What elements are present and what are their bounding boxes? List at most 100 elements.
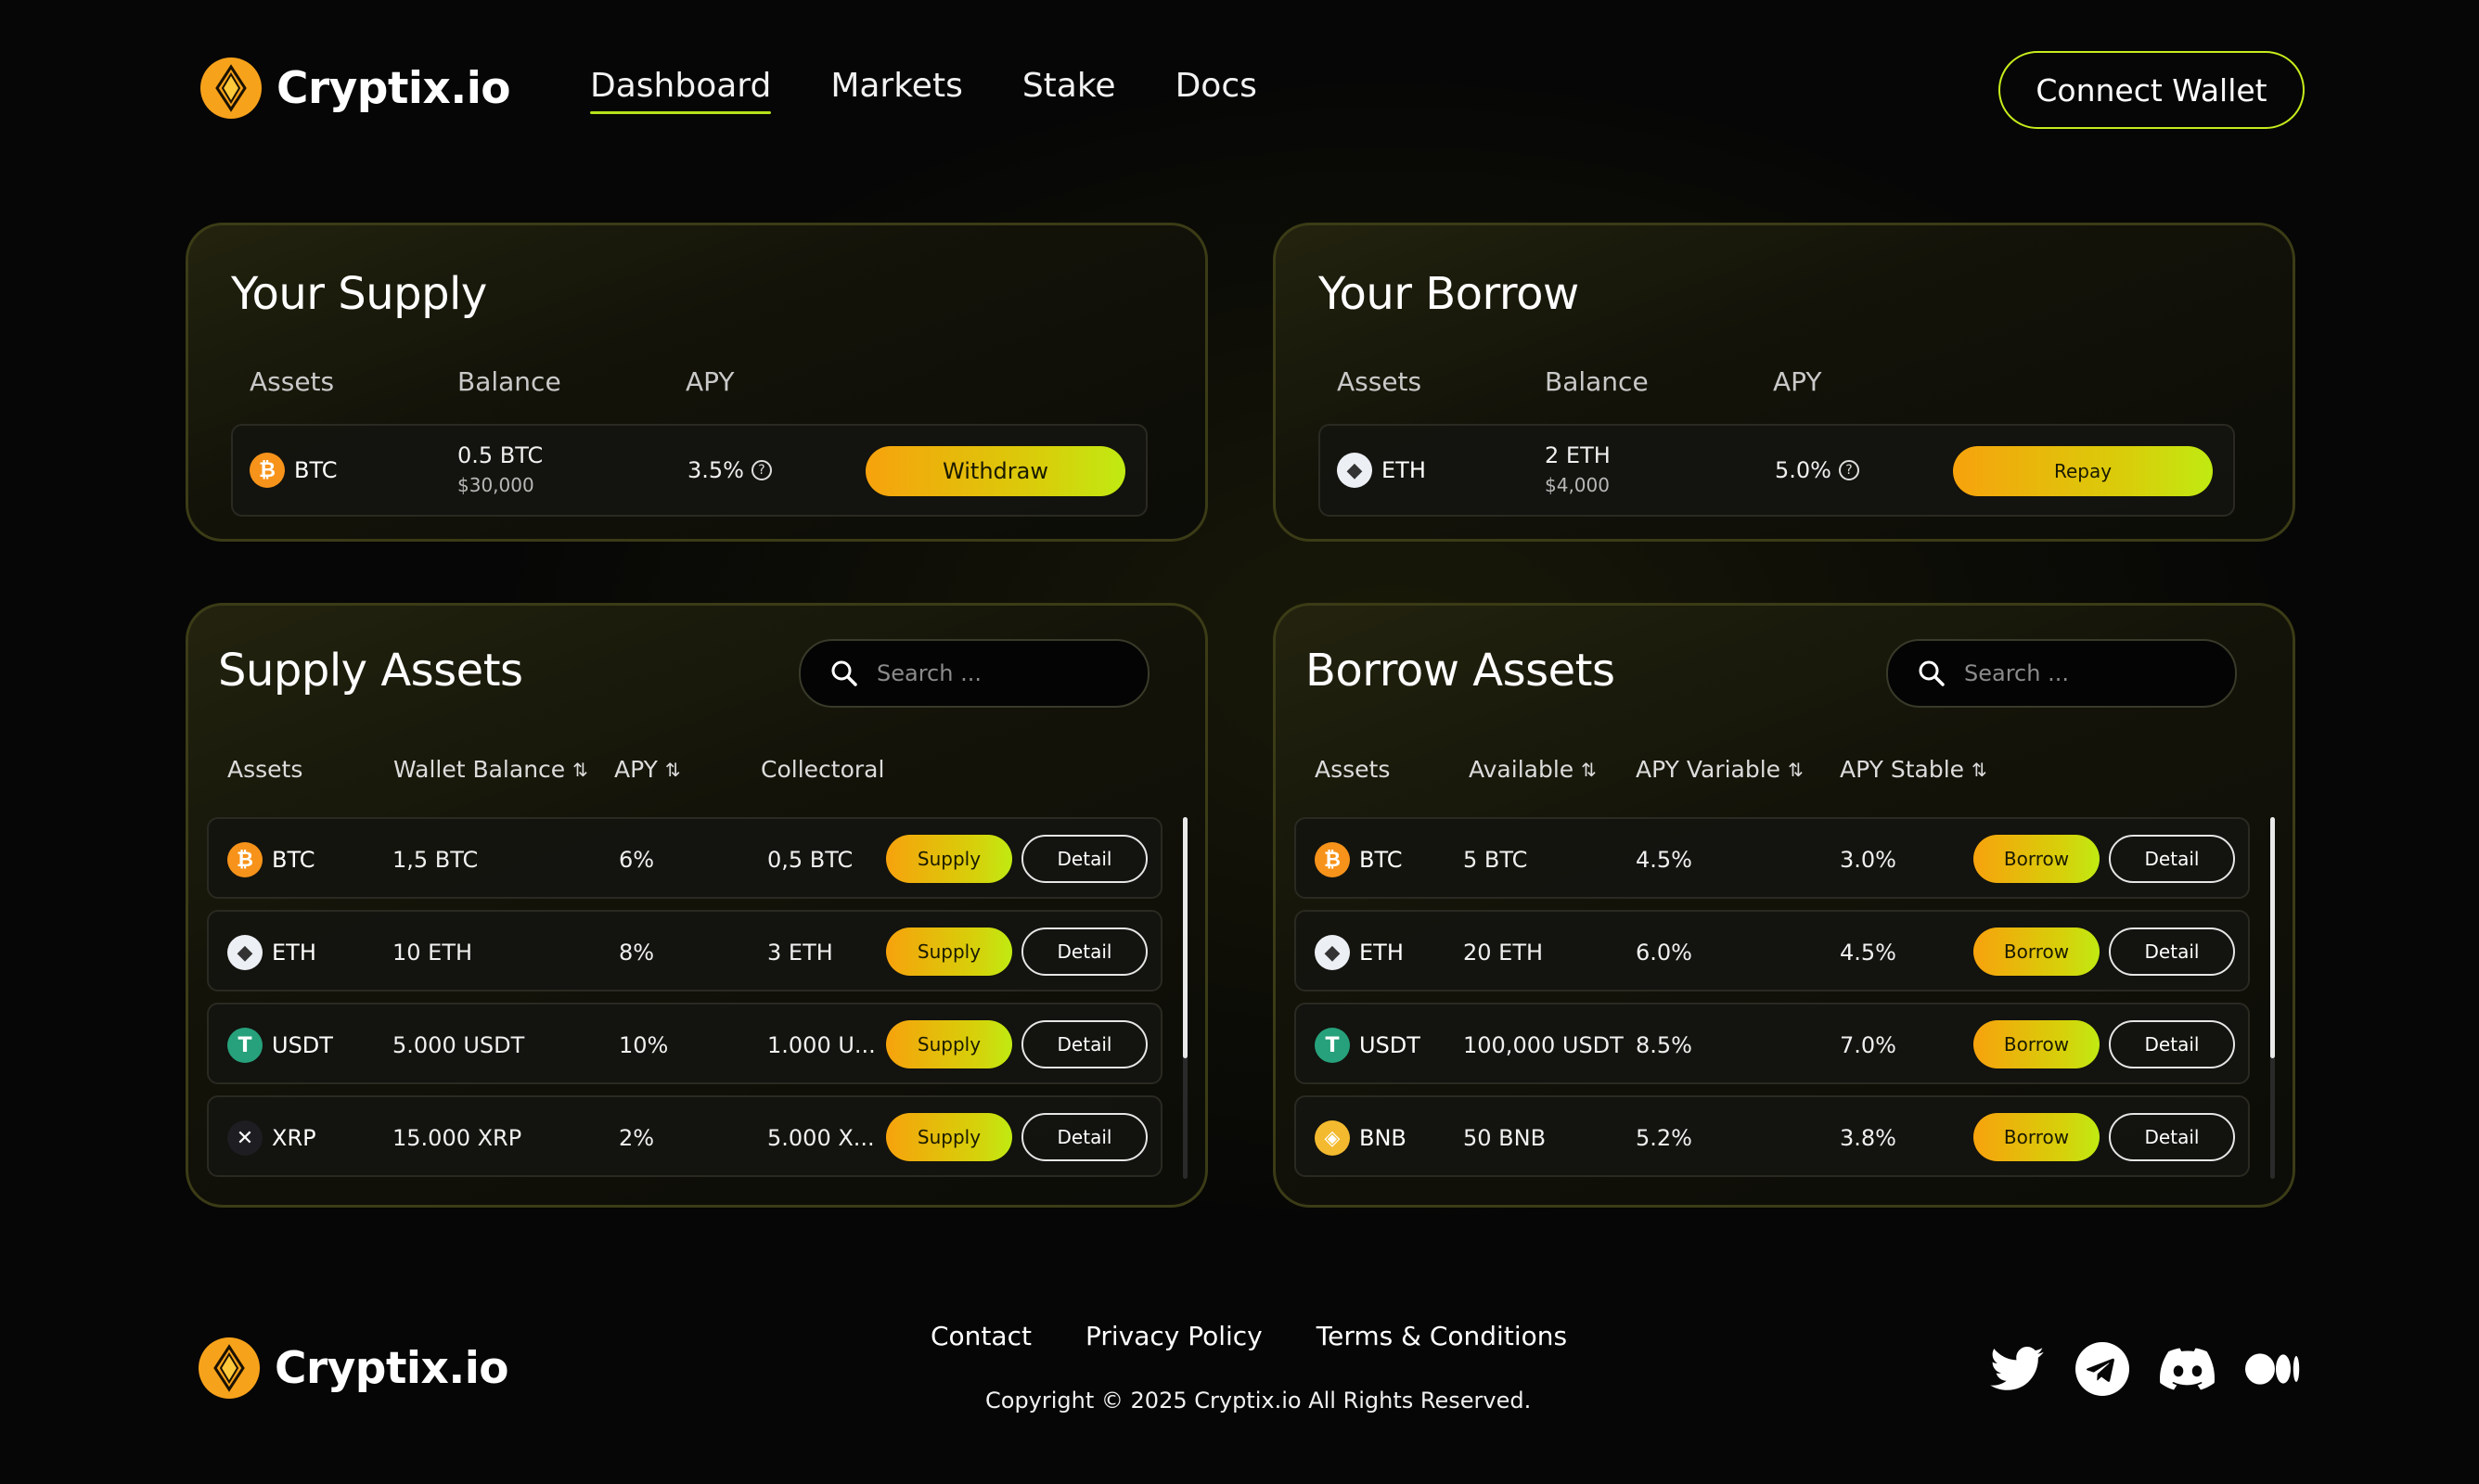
nav-docs[interactable]: Docs xyxy=(1175,67,1257,105)
footer-link-privacy[interactable]: Privacy Policy xyxy=(1085,1321,1263,1351)
detail-button[interactable]: Detail xyxy=(2109,1020,2235,1068)
supply-button[interactable]: Supply xyxy=(886,1113,1012,1161)
borrow-button[interactable]: Borrow xyxy=(1973,928,2100,976)
connect-wallet-button[interactable]: Connect Wallet xyxy=(1998,51,2305,129)
borrow-button[interactable]: Borrow xyxy=(1973,1113,2100,1161)
header-logo[interactable]: Cryptix.io xyxy=(200,58,511,119)
col-balance: Balance xyxy=(457,366,561,397)
nav-dashboard[interactable]: Dashboard xyxy=(590,67,772,114)
bnb-icon: ◈ xyxy=(1315,1120,1350,1156)
collateral-cell: 3 ETH xyxy=(767,940,833,966)
borrow-assets-card: Borrow Assets Search ... Assets Availabl… xyxy=(1273,603,2295,1208)
eth-icon: ◆ xyxy=(1337,453,1372,488)
asset-label: BTC xyxy=(1359,847,1403,873)
sort-icon[interactable]: ⇅ xyxy=(1788,759,1804,781)
detail-button[interactable]: Detail xyxy=(1021,835,1148,883)
borrow-button[interactable]: Borrow xyxy=(1973,1020,2100,1068)
table-row: T USDT 100,000 USDT 8.5% 7.0% Borrow Det… xyxy=(1294,1003,2250,1084)
apy-cell: 5.0% ? xyxy=(1775,457,1859,483)
detail-button[interactable]: Detail xyxy=(1021,1020,1148,1068)
discord-icon[interactable] xyxy=(2160,1341,2216,1397)
sort-icon[interactable]: ⇅ xyxy=(1972,759,1987,781)
wallet-balance-cell: 1,5 BTC xyxy=(392,847,479,873)
asset-label: BTC xyxy=(272,847,315,873)
search-input[interactable]: Search ... xyxy=(1964,660,2069,686)
asset-label: USDT xyxy=(272,1032,333,1058)
asset-label: USDT xyxy=(1359,1032,1420,1058)
asset-cell: ₿ BTC xyxy=(250,453,337,488)
medium-icon[interactable] xyxy=(2245,1341,2301,1397)
balance-usd: $30,000 xyxy=(457,474,534,496)
main-nav: Dashboard Markets Stake Docs xyxy=(590,67,1317,114)
table-row: ◈ BNB 50 BNB 5.2% 3.8% Borrow Detail xyxy=(1294,1095,2250,1177)
asset-cell: ◆ ETH xyxy=(1315,935,1404,970)
borrow-button[interactable]: Borrow xyxy=(1973,835,2100,883)
search-input[interactable]: Search ... xyxy=(877,660,982,686)
borrow-scrollbar[interactable] xyxy=(2270,817,2275,1179)
your-supply-card: Your Supply Assets Balance APY ₿ BTC 0.5… xyxy=(186,223,1208,542)
asset-label: ETH xyxy=(272,940,316,966)
withdraw-button[interactable]: Withdraw xyxy=(866,446,1125,496)
borrow-search[interactable]: Search ... xyxy=(1886,639,2237,708)
twitter-icon[interactable] xyxy=(1989,1341,2045,1397)
apy-cell: 8% xyxy=(619,940,655,966)
sort-icon[interactable]: ⇅ xyxy=(572,759,588,781)
apy-variable-cell: 4.5% xyxy=(1636,847,1692,873)
col-wallet-balance[interactable]: Wallet Balance ⇅ xyxy=(393,756,588,783)
supply-scrollbar[interactable] xyxy=(1183,817,1188,1179)
collateral-cell: 1.000 U... xyxy=(767,1032,876,1058)
table-row: ₿ BTC 5 BTC 4.5% 3.0% Borrow Detail xyxy=(1294,817,2250,899)
help-icon[interactable]: ? xyxy=(751,460,772,480)
detail-button[interactable]: Detail xyxy=(2109,928,2235,976)
detail-button[interactable]: Detail xyxy=(2109,835,2235,883)
apy-cell: 3.5% ? xyxy=(687,457,772,483)
collateral-cell: 5.000 X... xyxy=(767,1125,875,1151)
apy-variable-cell: 8.5% xyxy=(1636,1032,1692,1058)
col-apy-variable[interactable]: APY Variable ⇅ xyxy=(1636,756,1804,783)
sort-icon[interactable]: ⇅ xyxy=(1581,759,1597,781)
scrollbar-thumb[interactable] xyxy=(2270,817,2275,1058)
available-cell: 5 BTC xyxy=(1463,847,1528,873)
footer-link-terms[interactable]: Terms & Conditions xyxy=(1317,1321,1567,1351)
col-balance: Balance xyxy=(1545,366,1649,397)
search-icon xyxy=(1919,660,1945,686)
col-assets: Assets xyxy=(1315,756,1391,783)
logo-icon xyxy=(199,1337,260,1399)
xrp-icon: ✕ xyxy=(227,1120,263,1156)
asset-label: ETH xyxy=(1359,940,1404,966)
logo-icon xyxy=(200,58,262,119)
help-icon[interactable]: ? xyxy=(1838,460,1859,480)
supply-assets-card: Supply Assets Search ... Assets Wallet B… xyxy=(186,603,1208,1208)
supply-button[interactable]: Supply xyxy=(886,928,1012,976)
col-assets: Assets xyxy=(250,366,335,397)
your-borrow-title: Your Borrow xyxy=(1318,268,1579,320)
col-apy-stable[interactable]: APY Stable ⇅ xyxy=(1840,756,1987,783)
your-supply-title: Your Supply xyxy=(231,268,487,320)
asset-label: ETH xyxy=(1381,457,1426,483)
detail-button[interactable]: Detail xyxy=(1021,928,1148,976)
repay-button[interactable]: Repay xyxy=(1953,446,2213,496)
table-row: T USDT 5.000 USDT 10% 1.000 U... Supply … xyxy=(207,1003,1162,1084)
supply-search[interactable]: Search ... xyxy=(799,639,1150,708)
detail-button[interactable]: Detail xyxy=(2109,1113,2235,1161)
supply-button[interactable]: Supply xyxy=(886,835,1012,883)
col-available[interactable]: Available ⇅ xyxy=(1469,756,1597,783)
nav-markets[interactable]: Markets xyxy=(830,67,963,105)
eth-icon: ◆ xyxy=(1315,935,1350,970)
col-assets: Assets xyxy=(227,756,303,783)
sort-icon[interactable]: ⇅ xyxy=(665,759,681,781)
detail-button[interactable]: Detail xyxy=(1021,1113,1148,1161)
asset-cell: ₿ BTC xyxy=(227,842,315,877)
nav-stake[interactable]: Stake xyxy=(1022,67,1116,105)
col-apy[interactable]: APY ⇅ xyxy=(614,756,681,783)
footer-logo[interactable]: Cryptix.io xyxy=(199,1337,509,1399)
supply-button[interactable]: Supply xyxy=(886,1020,1012,1068)
footer-link-contact[interactable]: Contact xyxy=(931,1321,1032,1351)
telegram-icon[interactable] xyxy=(2074,1341,2130,1397)
copyright: Copyright © 2025 Cryptix.io All Rights R… xyxy=(985,1388,1532,1414)
asset-label: BNB xyxy=(1359,1125,1406,1151)
supply-assets-title: Supply Assets xyxy=(218,645,523,697)
asset-label: XRP xyxy=(272,1125,316,1151)
asset-label: BTC xyxy=(294,457,338,483)
scrollbar-thumb[interactable] xyxy=(1183,817,1188,1058)
